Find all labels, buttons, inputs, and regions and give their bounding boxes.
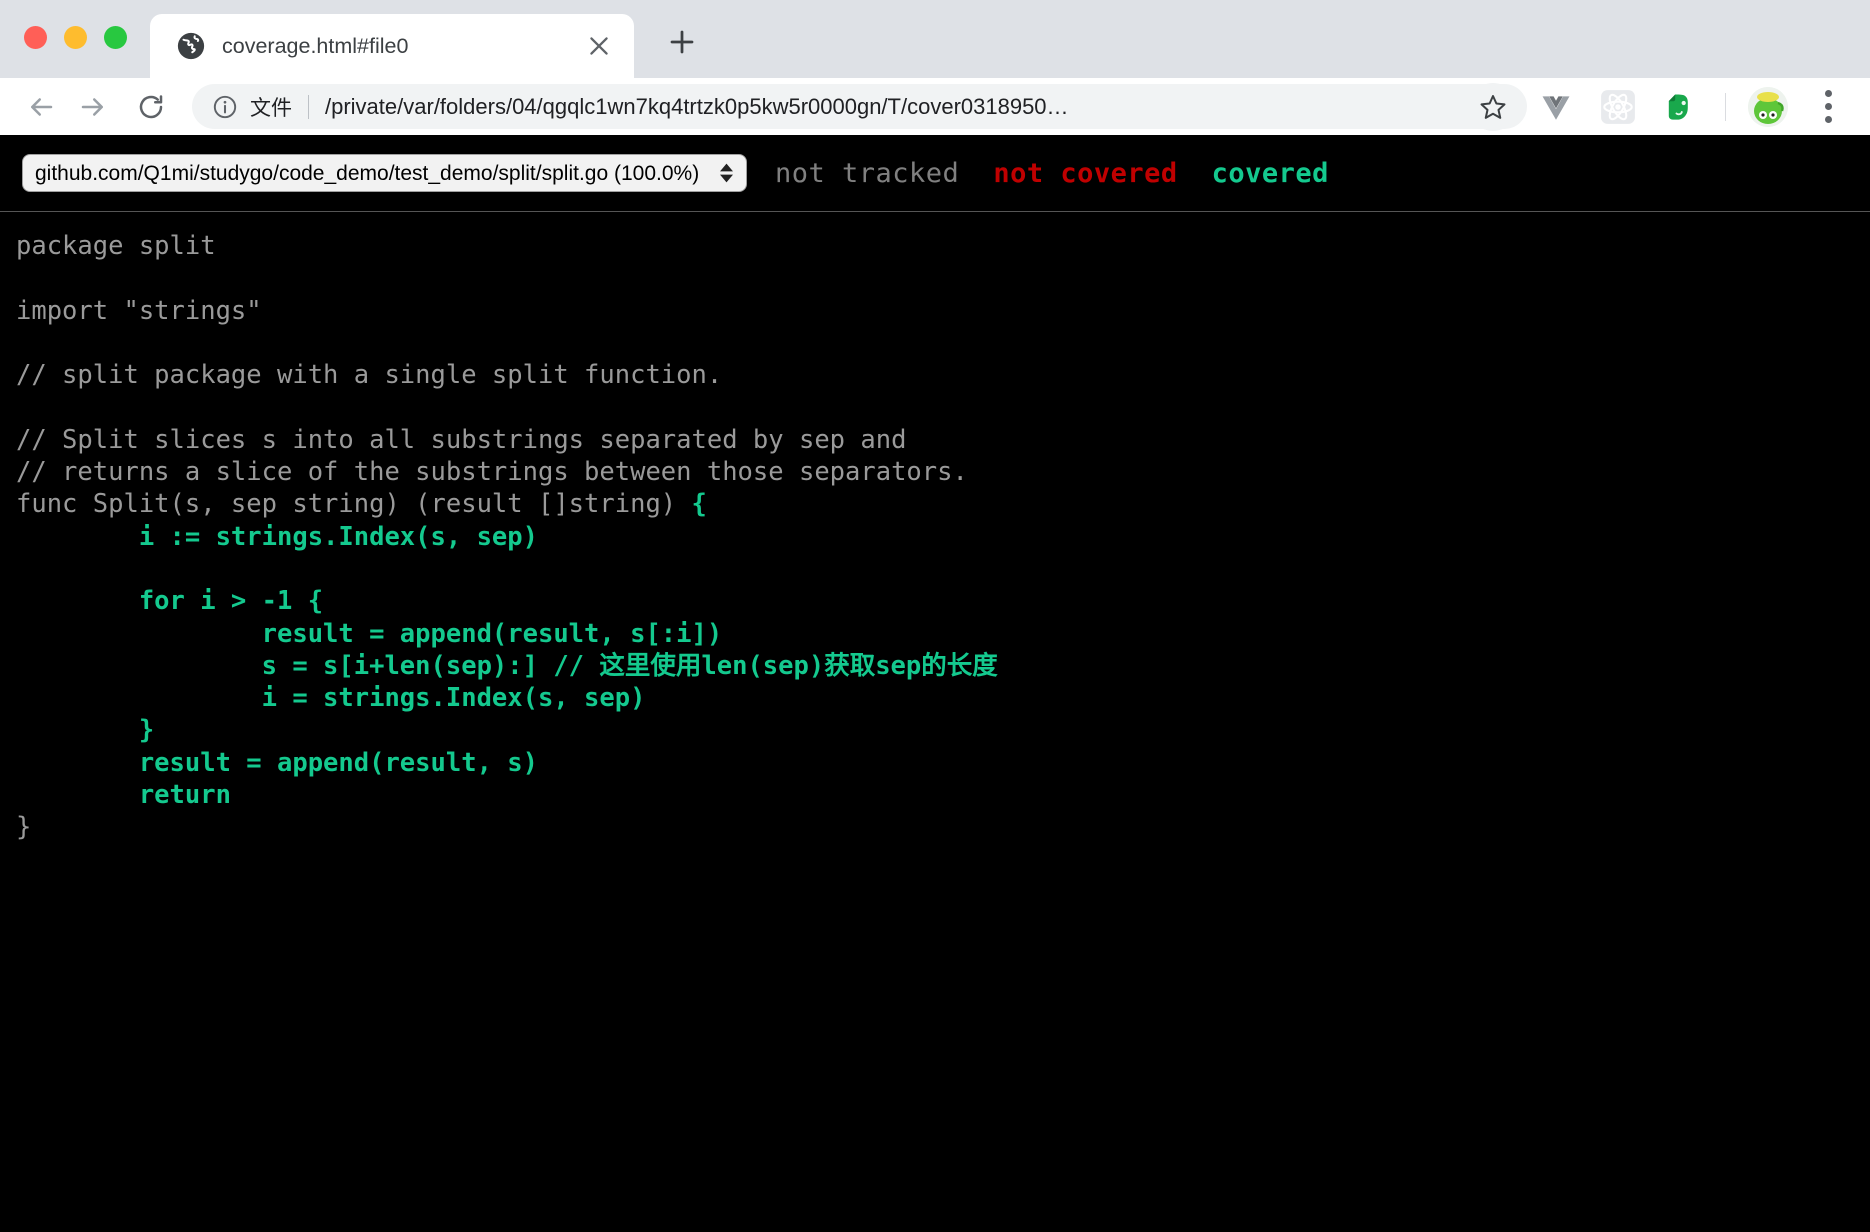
- profile-avatar[interactable]: [1748, 87, 1788, 127]
- tabs-container: coverage.html#file0: [150, 14, 702, 78]
- legend-not-tracked: not tracked: [775, 158, 959, 189]
- tab-title: coverage.html#file0: [222, 34, 582, 59]
- omnibox-divider: [308, 95, 309, 119]
- info-circle-icon[interactable]: [212, 94, 238, 120]
- react-devtools-icon[interactable]: [1595, 84, 1641, 130]
- tab-strip: coverage.html#file0: [0, 0, 1870, 78]
- coverage-page: github.com/Q1mi/studygo/code_demo/test_d…: [0, 135, 1870, 1232]
- window-traffic-lights: [24, 26, 127, 49]
- back-button[interactable]: [18, 84, 64, 130]
- file-select[interactable]: github.com/Q1mi/studygo/code_demo/test_d…: [22, 154, 747, 192]
- browser-menu-button[interactable]: [1808, 84, 1848, 130]
- browser-toolbar: 文件 /private/var/folders/04/qgqlc1wn7kq4t…: [0, 78, 1870, 135]
- scheme-label: 文件: [250, 92, 292, 122]
- close-window-button[interactable]: [24, 26, 47, 49]
- coverage-legend: not tracked not covered covered: [775, 158, 1363, 189]
- bookmark-star-icon[interactable]: [1469, 83, 1517, 131]
- browser-window: coverage.html#file0: [0, 0, 1870, 1232]
- url-text[interactable]: /private/var/folders/04/qgqlc1wn7kq4trtz…: [325, 94, 1509, 120]
- vue-devtools-icon[interactable]: [1533, 84, 1579, 130]
- forward-button[interactable]: [70, 84, 116, 130]
- maximize-window-button[interactable]: [104, 26, 127, 49]
- close-tab-button[interactable]: [582, 29, 616, 63]
- coverage-source-code: package split import "strings" // split …: [0, 212, 1870, 844]
- globe-icon: [176, 31, 206, 61]
- coverage-header: github.com/Q1mi/studygo/code_demo/test_d…: [0, 135, 1870, 212]
- file-select-wrapper: github.com/Q1mi/studygo/code_demo/test_d…: [22, 154, 747, 192]
- minimize-window-button[interactable]: [64, 26, 87, 49]
- browser-tab[interactable]: coverage.html#file0: [150, 14, 634, 78]
- new-tab-button[interactable]: [662, 22, 702, 62]
- legend-covered: covered: [1212, 158, 1329, 189]
- legend-not-covered: not covered: [993, 158, 1177, 189]
- evernote-icon[interactable]: [1657, 84, 1703, 130]
- reload-button[interactable]: [128, 84, 174, 130]
- toolbar-divider: [1725, 93, 1726, 121]
- address-bar[interactable]: 文件 /private/var/folders/04/qgqlc1wn7kq4t…: [192, 84, 1527, 129]
